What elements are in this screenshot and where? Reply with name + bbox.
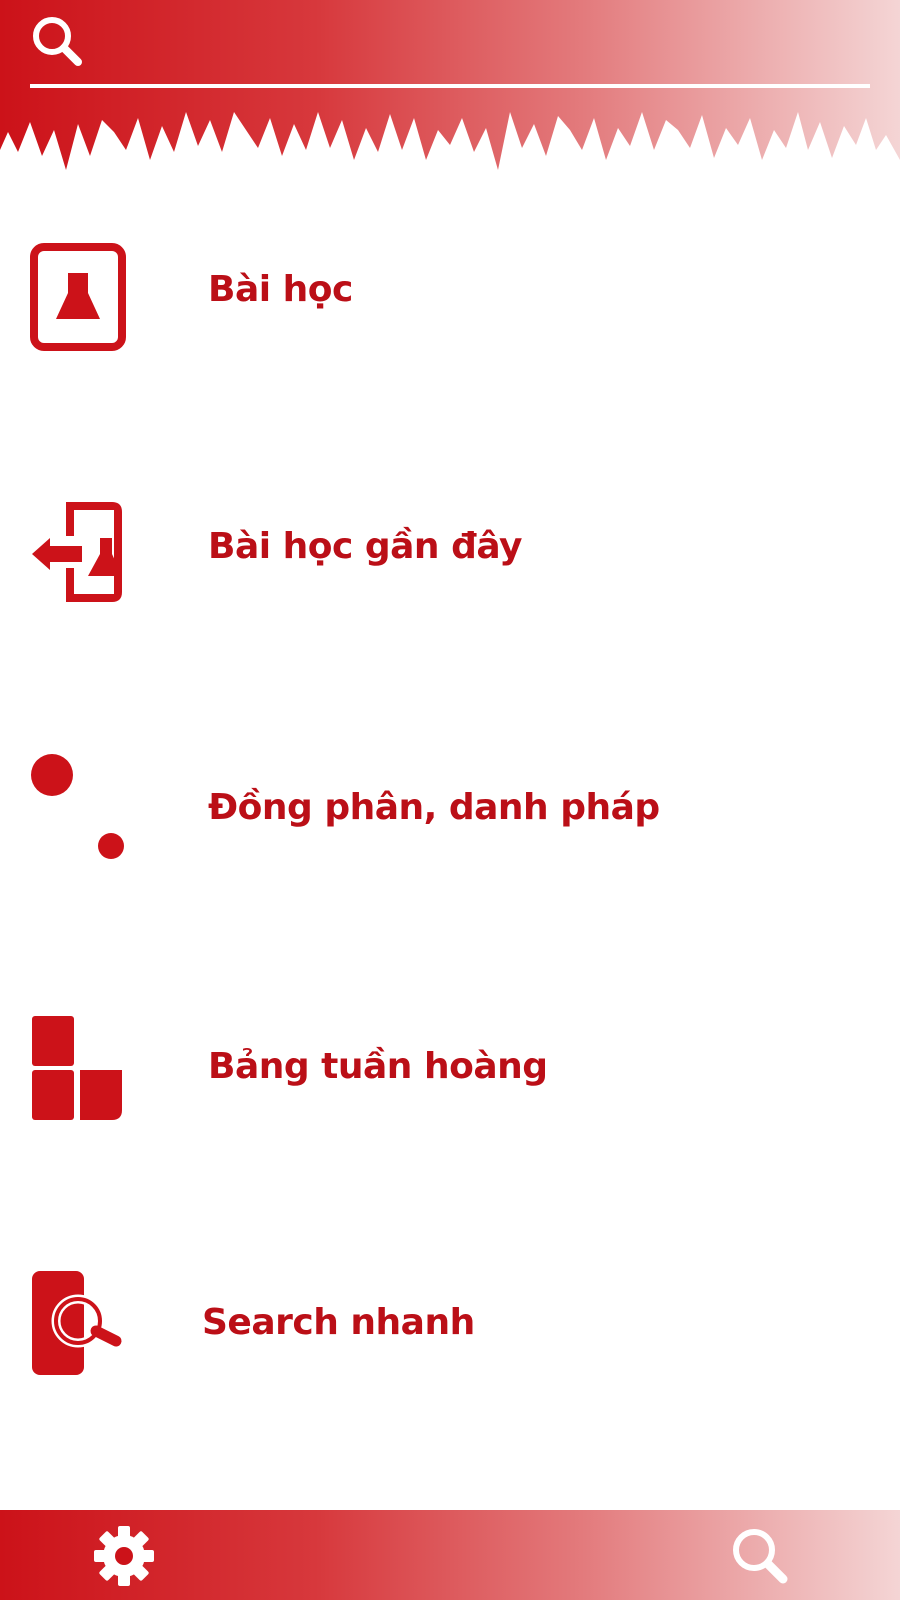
app-header	[0, 0, 900, 185]
bottom-toolbar	[0, 1510, 900, 1600]
lesson-flask-icon	[30, 243, 126, 353]
menu-item-label: Bảng tuần hoàng	[208, 1046, 548, 1087]
gear-icon	[94, 1526, 154, 1586]
menu-item-periodic-table[interactable]: Bảng tuần hoàng	[0, 1000, 900, 1150]
search-icon	[33, 17, 82, 66]
periodic-table-icon	[30, 1014, 126, 1124]
settings-button[interactable]	[92, 1524, 156, 1588]
menu-item-recent-lessons[interactable]: Bài học gần đây	[0, 480, 900, 630]
footer-search-button[interactable]	[728, 1524, 792, 1588]
menu-item-isomers-nomenclature[interactable]: Đồng phân, danh pháp	[0, 740, 900, 890]
menu-item-quick-search[interactable]: Search nhanh	[0, 1255, 900, 1405]
recent-lesson-icon	[30, 498, 126, 608]
menu-item-label: Bài học	[208, 269, 353, 310]
search-icon	[733, 1529, 788, 1584]
isomer-dots-icon	[30, 752, 126, 862]
search-underline	[30, 84, 870, 88]
menu-item-lessons[interactable]: Bài học	[0, 225, 900, 375]
header-search-button[interactable]	[28, 12, 88, 72]
quick-search-icon	[30, 1269, 126, 1379]
menu-item-label: Đồng phân, danh pháp	[208, 787, 660, 828]
search-input[interactable]	[100, 22, 864, 80]
menu-item-label: Bài học gần đây	[208, 526, 523, 567]
menu-item-label: Search nhanh	[202, 1302, 475, 1343]
